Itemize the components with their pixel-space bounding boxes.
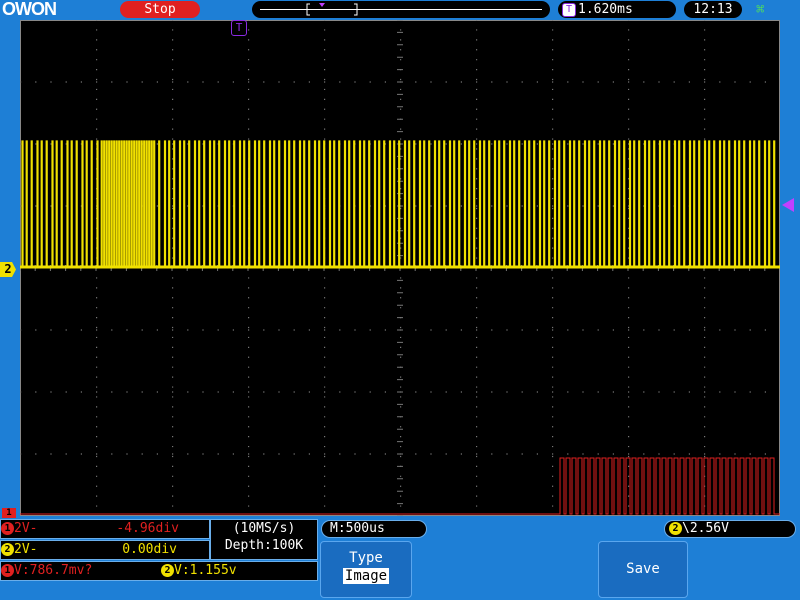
ch1-measurement: V:786.7mv? bbox=[14, 563, 93, 578]
ch2-waveform bbox=[20, 140, 780, 268]
sample-rate: (10MS/s) bbox=[232, 521, 296, 536]
trigger-position-icon: T bbox=[231, 20, 247, 36]
trigger-edge-icon: \ bbox=[682, 521, 690, 536]
ch2-measure-badge: 2 bbox=[161, 564, 174, 577]
acquisition-info: (10MS/s) Depth:100K bbox=[210, 519, 318, 560]
save-button[interactable]: Save bbox=[598, 541, 688, 598]
waveform-canvas bbox=[20, 20, 780, 516]
type-menu-button[interactable]: Type Image bbox=[320, 541, 412, 598]
timebase-value: M:500us bbox=[330, 521, 385, 536]
trigger-channel-badge: 2 bbox=[669, 522, 682, 535]
ch1-measure-badge: 1 bbox=[1, 564, 14, 577]
measurement-bar: 1 V:786.7mv? 2 V:1.155v bbox=[0, 561, 318, 581]
ch1-offset-marker[interactable]: 1 bbox=[2, 508, 16, 518]
trigger-delay-readout: T 1.620ms bbox=[558, 1, 676, 18]
memory-position-graphic bbox=[260, 3, 542, 16]
waveform-display[interactable] bbox=[20, 20, 780, 516]
memory-position-bar[interactable] bbox=[252, 1, 550, 18]
clock: 12:13 bbox=[684, 1, 742, 18]
ch2-info[interactable]: 2 2V- 0.00div bbox=[0, 540, 210, 560]
ch1-offset: -4.96div bbox=[116, 521, 179, 536]
trigger-readout[interactable]: 2 \2.56V bbox=[664, 520, 796, 538]
ch1-info[interactable]: 1 2V- -4.96div bbox=[0, 519, 210, 539]
usb-icon: ⌘ bbox=[756, 2, 765, 18]
ch2-offset: 0.00div bbox=[122, 542, 177, 557]
ch2-badge: 2 bbox=[1, 543, 14, 556]
trigger-level-marker-icon[interactable] bbox=[782, 198, 794, 212]
memory-depth: Depth:100K bbox=[224, 538, 304, 553]
trigger-delay-value: 1.620ms bbox=[578, 2, 633, 17]
type-menu-value: Image bbox=[342, 568, 390, 584]
ch2-scale: 2V- bbox=[14, 542, 38, 557]
run-stop-indicator[interactable]: Stop bbox=[120, 1, 200, 18]
top-status-bar: OWON Stop T 1.620ms 12:13 ⌘ bbox=[0, 0, 800, 20]
trigger-badge-icon: T bbox=[562, 3, 576, 17]
type-menu-label: Type bbox=[349, 550, 383, 566]
ch2-measurement: V:1.155v bbox=[174, 563, 237, 578]
save-button-label: Save bbox=[626, 561, 660, 577]
brand-logo: OWON bbox=[2, 0, 57, 19]
trigger-level: 2.56V bbox=[689, 521, 729, 536]
ch1-badge: 1 bbox=[1, 522, 14, 535]
ch1-scale: 2V- bbox=[14, 521, 38, 536]
timebase-readout[interactable]: M:500us bbox=[321, 520, 427, 538]
ch2-offset-marker[interactable]: 2 bbox=[0, 262, 16, 277]
